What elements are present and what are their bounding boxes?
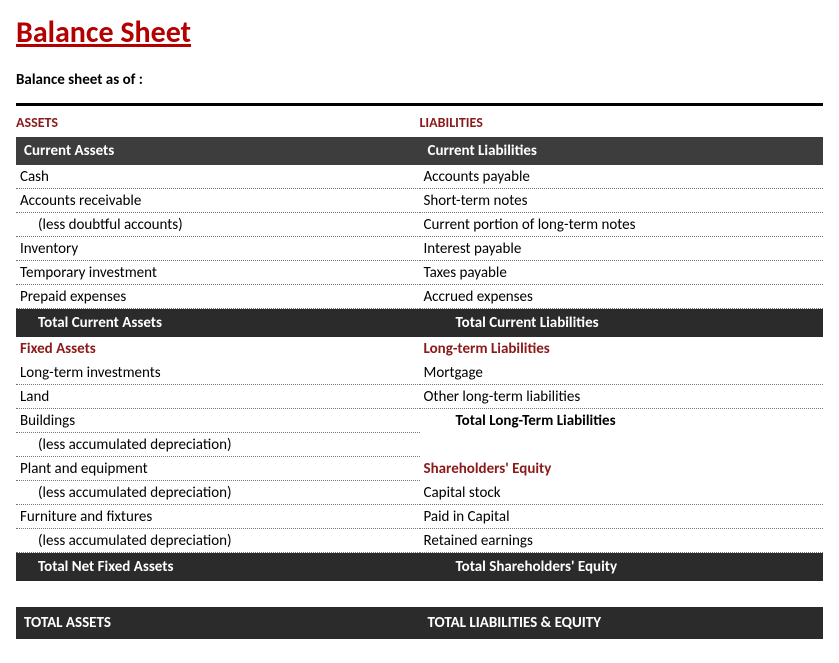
assets-label: ASSETS <box>16 108 420 137</box>
current-liabilities-col: Accounts payable Short-term notes Curren… <box>420 165 824 309</box>
line-item: Cash <box>16 165 420 189</box>
total-assets: TOTAL ASSETS <box>16 607 420 639</box>
line-item: Current portion of long-term notes <box>420 213 824 237</box>
total-shareholders-equity: Total Shareholders' Equity <box>420 553 824 581</box>
liab-equity-col: Long-term Liabilities Mortgage Other lon… <box>420 337 824 553</box>
line-item: Short-term notes <box>420 189 824 213</box>
current-assets-col: Cash Accounts receivable (less doubtful … <box>16 165 420 309</box>
total-liabilities-equity: TOTAL LIABILITIES & EQUITY <box>420 607 824 639</box>
total-current-bar: Total Current Assets Total Current Liabi… <box>16 309 823 337</box>
grand-total-bar: TOTAL ASSETS TOTAL LIABILITIES & EQUITY <box>16 607 823 639</box>
line-item: Furniture and fixtures <box>16 505 420 529</box>
line-item: Plant and equipment <box>16 457 420 481</box>
total-fixed-equity-bar: Total Net Fixed Assets Total Shareholder… <box>16 553 823 581</box>
line-item: Inventory <box>16 237 420 261</box>
line-item: (less doubtful accounts) <box>16 213 420 237</box>
total-current-assets: Total Current Assets <box>16 309 420 337</box>
liabilities-label: LIABILITIES <box>420 108 824 137</box>
line-item: Land <box>16 385 420 409</box>
page-title: Balance Sheet <box>16 14 823 51</box>
lower-rows: Fixed Assets Long-term investments Land … <box>16 337 823 553</box>
line-item: Mortgage <box>420 361 824 385</box>
current-rows: Cash Accounts receivable (less doubtful … <box>16 165 823 309</box>
current-header-bar: Current Assets Current Liabilities <box>16 137 823 165</box>
top-rule <box>16 103 823 106</box>
current-liabilities-header: Current Liabilities <box>420 137 824 165</box>
fixed-assets-col: Fixed Assets Long-term investments Land … <box>16 337 420 553</box>
line-item: Other long-term liabilities <box>420 385 824 409</box>
line-item: Accrued expenses <box>420 285 824 309</box>
line-item: (less accumulated depreciation) <box>16 433 420 457</box>
line-item: Prepaid expenses <box>16 285 420 309</box>
current-assets-header: Current Assets <box>16 137 420 165</box>
line-item: Long-term investments <box>16 361 420 385</box>
line-item: Accounts receivable <box>16 189 420 213</box>
longterm-liab-header: Long-term Liabilities <box>420 337 824 361</box>
line-item: Capital stock <box>420 481 824 505</box>
line-item: (less accumulated depreciation) <box>16 481 420 505</box>
line-item: Buildings <box>16 409 420 433</box>
fixed-assets-header: Fixed Assets <box>16 337 420 361</box>
line-item: Accounts payable <box>420 165 824 189</box>
line-item: Interest payable <box>420 237 824 261</box>
spacer <box>420 433 824 457</box>
equity-header: Shareholders' Equity <box>420 457 824 481</box>
as-of-label: Balance sheet as of : <box>16 71 823 89</box>
line-item: (less accumulated depreciation) <box>16 529 420 553</box>
section-labels-row: ASSETS LIABILITIES <box>16 108 823 137</box>
total-net-fixed-assets: Total Net Fixed Assets <box>16 553 420 581</box>
line-item: Temporary investment <box>16 261 420 285</box>
total-current-liabilities: Total Current Liabilities <box>420 309 824 337</box>
line-item: Taxes payable <box>420 261 824 285</box>
line-item: Paid in Capital <box>420 505 824 529</box>
total-longterm-liabilities: Total Long-Term Liabilities <box>420 409 824 433</box>
line-item: Retained earnings <box>420 529 824 553</box>
